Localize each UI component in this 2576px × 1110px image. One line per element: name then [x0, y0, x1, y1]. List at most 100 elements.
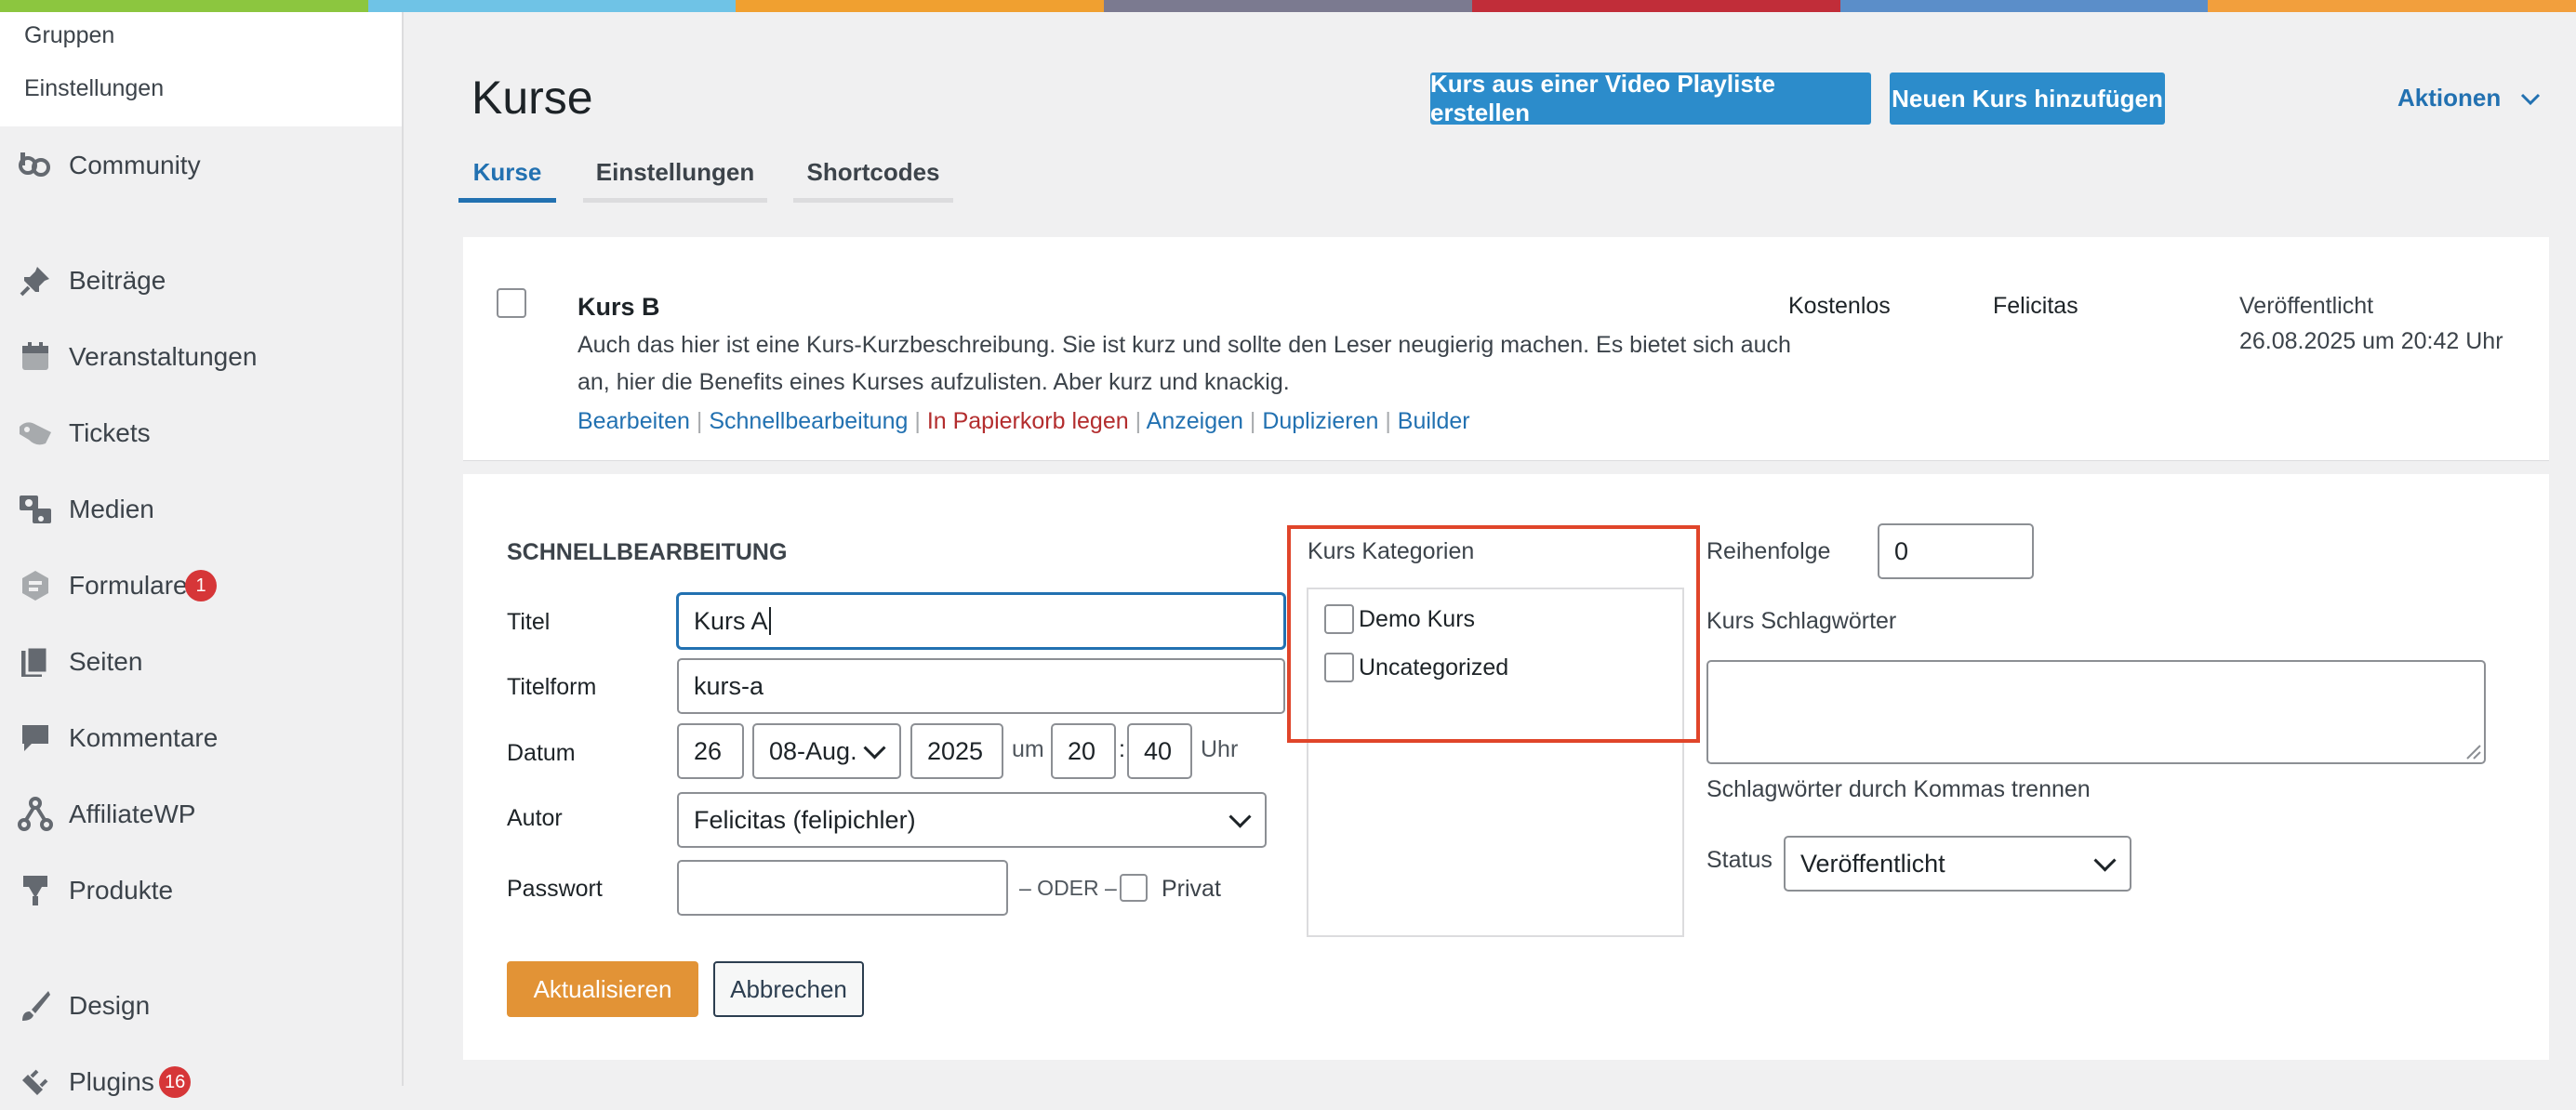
pages-icon [17, 643, 54, 681]
sidebar-item-beitraege[interactable]: Beiträge [0, 253, 402, 309]
builder-link[interactable]: Builder [1398, 408, 1470, 434]
password-label: Passwort [507, 876, 603, 902]
update-button[interactable]: Aktualisieren [507, 961, 698, 1017]
community-icon [17, 147, 54, 184]
submenu-item-gruppen[interactable]: Gruppen [24, 22, 114, 49]
actions-dropdown[interactable]: Aktionen [2397, 84, 2541, 112]
sidebar-item-label: Formulare [69, 571, 188, 600]
notification-badge: 1 [185, 570, 217, 601]
at-text: um [1012, 736, 1044, 762]
row-select-checkbox[interactable] [497, 288, 526, 318]
sidebar-item-veranstaltungen[interactable]: Veranstaltungen [0, 329, 402, 385]
sidebar-item-affiliatewp[interactable]: AffiliateWP [0, 786, 402, 842]
author-value: Felicitas (felipichler) [694, 805, 916, 834]
private-checkbox[interactable] [1120, 874, 1148, 902]
submenu-item-einstellungen[interactable]: Einstellungen [24, 75, 164, 102]
affiliate-icon [17, 796, 54, 833]
month-select[interactable]: 08-Aug. [752, 723, 901, 779]
admin-sidebar: Gruppen Einstellungen Community Beiträge… [0, 0, 404, 1098]
author-label: Autor [507, 805, 563, 831]
tab-label: Einstellungen [595, 158, 755, 186]
tab-label: Kurse [472, 158, 542, 186]
tags-label: Kurs Schlagwörter [1706, 608, 1897, 634]
add-new-course-button[interactable]: Neuen Kurs hinzufügen [1890, 73, 2165, 125]
sidebar-item-formulare[interactable]: Formulare 1 [0, 558, 402, 614]
status-label: Status [1706, 847, 1773, 873]
tab-kurse[interactable]: Kurse [458, 158, 556, 203]
stripe-segment [2208, 0, 2576, 12]
sidebar-item-design[interactable]: Design [0, 978, 402, 1034]
password-input[interactable] [677, 860, 1008, 916]
duplicate-link[interactable]: Duplizieren [1262, 408, 1378, 434]
title-input-value: Kurs A [694, 606, 768, 635]
course-title-link[interactable]: Kurs B [578, 293, 660, 322]
slug-input[interactable]: kurs-a [677, 658, 1285, 714]
time-colon: : [1119, 736, 1125, 762]
media-icon [17, 491, 54, 528]
day-value: 26 [694, 736, 723, 765]
submenu: Gruppen Einstellungen [0, 0, 402, 126]
quick-edit-link[interactable]: Schnellbearbeitung [709, 408, 908, 434]
stripe-segment [736, 0, 1105, 12]
sidebar-item-community[interactable]: Community [0, 138, 402, 193]
minute-value: 40 [1144, 736, 1173, 765]
stripe-segment [1839, 0, 2209, 12]
sidebar-item-label: Seiten [69, 647, 143, 676]
highlight-box [1287, 525, 1700, 743]
comment-icon [17, 720, 54, 757]
tags-textarea[interactable] [1706, 660, 2486, 764]
tab-einstellungen[interactable]: Einstellungen [583, 158, 767, 203]
pin-icon [17, 262, 54, 299]
trash-link[interactable]: In Papierkorb legen [927, 408, 1129, 434]
brush-icon [17, 987, 54, 1024]
actions-label: Aktionen [2397, 84, 2502, 112]
sidebar-item-label: Produkte [69, 876, 174, 905]
minute-input[interactable]: 40 [1127, 723, 1192, 779]
create-from-playlist-button[interactable]: Kurs aus einer Video Playliste erstellen [1430, 70, 1871, 126]
stripe-segment [0, 0, 368, 12]
date-label: Datum [507, 740, 576, 766]
sidebar-item-label: Tickets [69, 418, 151, 447]
sidebar-item-tickets[interactable]: Tickets [0, 405, 402, 461]
order-input[interactable]: 0 [1878, 523, 2034, 579]
year-value: 2025 [927, 736, 984, 765]
sidebar-item-label: Plugins [69, 1067, 154, 1096]
stripe-segment [1104, 0, 1472, 12]
tab-underline [458, 198, 556, 203]
table-row: Kurs B Auch das hier ist eine Kurs-Kurzb… [463, 237, 2549, 461]
tab-underline [793, 198, 953, 203]
author-link[interactable]: Felicitas [1993, 293, 2078, 320]
title-label: Titel [507, 609, 551, 635]
sidebar-item-produkte[interactable]: Produkte [0, 863, 402, 918]
separator: | [1249, 408, 1256, 434]
chevron-down-icon [1228, 805, 1252, 828]
status-select[interactable]: Veröffentlicht [1784, 836, 2131, 892]
hour-input[interactable]: 20 [1051, 723, 1116, 779]
stripe-segment [1471, 0, 1840, 12]
day-input[interactable]: 26 [677, 723, 744, 779]
tab-shortcodes[interactable]: Shortcodes [793, 158, 953, 203]
plugin-icon [17, 1064, 54, 1101]
sidebar-item-seiten[interactable]: Seiten [0, 634, 402, 690]
sidebar-item-plugins[interactable]: Plugins 16 [0, 1054, 402, 1110]
order-value: 0 [1894, 536, 1909, 565]
title-input[interactable]: Kurs A [677, 593, 1285, 649]
top-color-stripe [0, 0, 2576, 12]
sidebar-item-kommentare[interactable]: Kommentare [0, 710, 402, 766]
status-text: Veröffentlicht [2239, 293, 2374, 319]
view-link[interactable]: Anzeigen [1147, 408, 1243, 434]
uhr-text: Uhr [1201, 736, 1239, 762]
download-icon [17, 872, 54, 909]
chevron-down-icon [2521, 93, 2541, 106]
author-select[interactable]: Felicitas (felipichler) [677, 792, 1267, 848]
sidebar-item-medien[interactable]: Medien [0, 482, 402, 537]
year-input[interactable]: 2025 [910, 723, 1003, 779]
chevron-down-icon [863, 736, 886, 760]
tab-label: Shortcodes [806, 158, 940, 186]
edit-link[interactable]: Bearbeiten [578, 408, 690, 434]
price-link[interactable]: Kostenlos [1788, 293, 1891, 320]
cancel-button[interactable]: Abbrechen [713, 961, 864, 1017]
separator: | [1135, 408, 1142, 434]
calendar-icon [17, 338, 54, 376]
status-value: Veröffentlicht [1800, 849, 1945, 878]
